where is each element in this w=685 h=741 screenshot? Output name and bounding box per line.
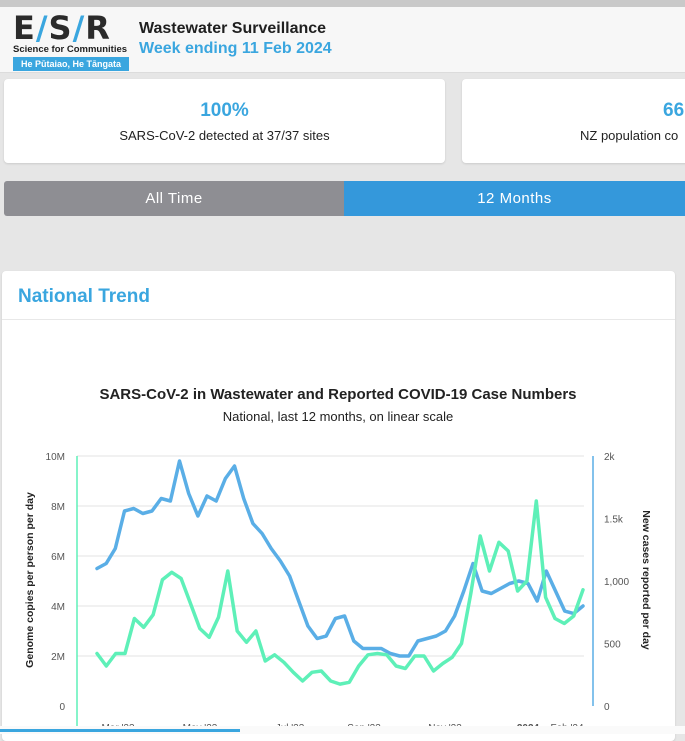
y-tick-label: 4M <box>51 602 65 613</box>
y-tick-label: 10M <box>46 452 65 463</box>
y-tick-label: 0 <box>59 702 65 713</box>
y-axis-label: Genome copies per person per day <box>24 492 36 668</box>
y2-tick-label: 500 <box>604 640 621 651</box>
y2-tick-label: 0 <box>604 702 610 713</box>
cases-series-line <box>95 499 585 686</box>
chart-subtitle: National, last 12 months, on linear scal… <box>223 409 454 424</box>
chart-title: SARS-CoV-2 in Wastewater and Reported CO… <box>99 386 576 403</box>
y-tick-label: 8M <box>51 502 65 513</box>
y-tick-label: 2M <box>51 652 65 663</box>
y-tick-label: 6M <box>51 552 65 563</box>
y2-tick-label: 2k <box>604 452 616 463</box>
scroll-indicator <box>0 729 240 732</box>
y2-tick-label: 1.5k <box>604 515 624 526</box>
y2-tick-label: 1,000 <box>604 577 629 588</box>
national-trend-chart: SARS-CoV-2 in Wastewater and Reported CO… <box>24 386 652 734</box>
y2-axis-label: New cases reported per day <box>640 510 652 650</box>
